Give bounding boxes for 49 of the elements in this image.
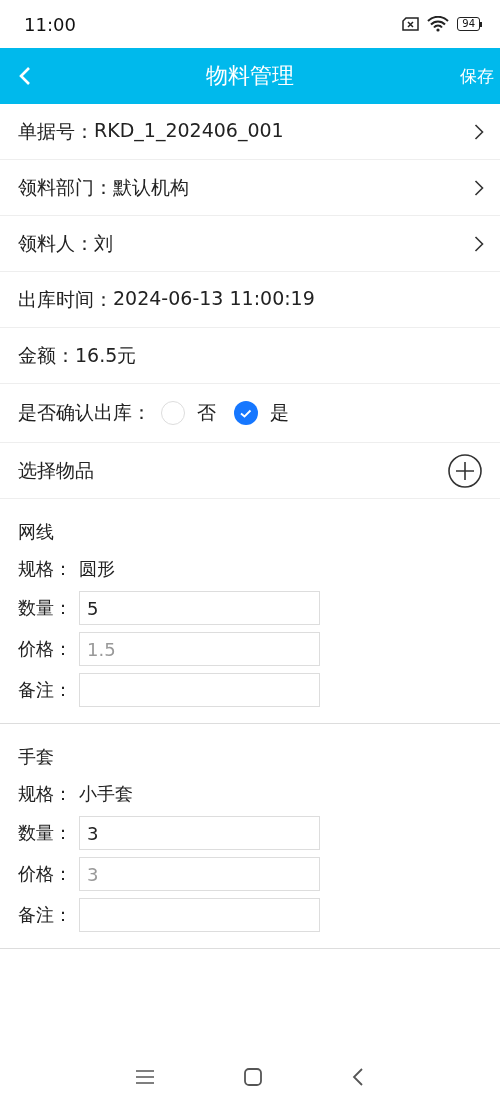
field-label: 领料部门： [18,174,113,200]
input-field[interactable]: 3 [79,816,320,850]
field-label: 价格： [18,862,73,886]
wifi-icon [427,16,450,32]
form-row[interactable]: 领料部门：默认机构 [0,160,500,216]
radio-button[interactable] [234,401,258,425]
form-row[interactable]: 领料人：刘 [0,216,500,272]
input-field[interactable]: 3 [79,857,320,891]
field-label: 数量： [18,821,73,845]
back-icon[interactable] [352,1068,364,1086]
input-field[interactable] [79,673,320,707]
radio-label: 否 [197,400,216,425]
field-label: 规格： [18,782,73,806]
field-label: 出库时间： [18,286,113,312]
field-label: 领料人： [18,230,94,256]
form-row[interactable]: 单据号：RKD_1_202406_001 [0,104,500,160]
item-name: 手套 [18,745,54,769]
input-field[interactable] [79,898,320,932]
input-field[interactable]: 1.5 [79,632,320,666]
field-value: 圆形 [79,557,115,581]
clock-time: 11:00 [24,13,76,35]
field-value: 16.5元 [75,342,137,368]
item-name: 网线 [18,520,54,544]
field-label: 金额： [18,342,75,368]
field-value: 默认机构 [113,174,189,200]
field-label: 是否确认出库： [18,400,151,425]
home-icon[interactable] [244,1068,262,1086]
chevron-right-icon [474,123,484,140]
chevron-right-icon [474,235,484,252]
field-label: 单据号： [18,118,94,144]
menu-icon[interactable] [136,1070,154,1084]
field-label: 备注： [18,903,73,927]
field-label: 价格： [18,637,73,661]
field-value: 刘 [94,230,113,256]
radio-label: 是 [270,400,289,425]
input-field[interactable]: 5 [79,591,320,625]
field-label: 数量： [18,596,73,620]
field-label: 备注： [18,678,73,702]
add-icon[interactable] [448,453,482,488]
radio-button[interactable] [161,401,185,425]
page-title: 物料管理 [206,62,294,90]
battery-icon: 94 [457,17,482,31]
field-value: 2024-06-13 11:00:19 [113,286,315,311]
section-label: 选择物品 [18,457,94,483]
field-label: 规格： [18,557,73,581]
sim-card-icon [402,17,420,31]
field-value: RKD_1_202406_001 [94,118,284,144]
chevron-right-icon [474,179,484,196]
field-value: 小手套 [79,782,133,806]
